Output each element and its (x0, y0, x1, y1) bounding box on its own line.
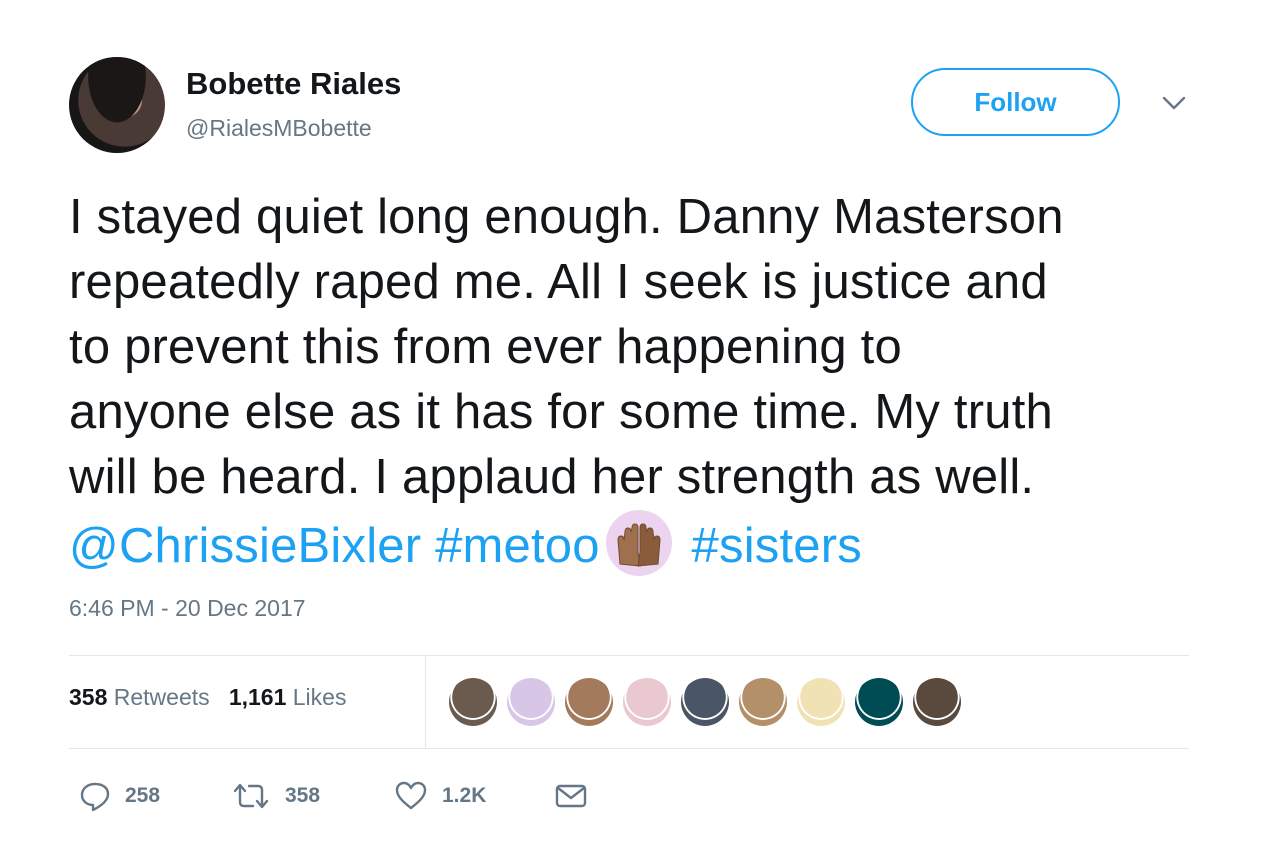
direct-message-button[interactable] (554, 776, 588, 816)
reply-icon (80, 782, 110, 812)
hashtag-link[interactable]: #sisters (692, 519, 862, 573)
avatar-woman-glasses-icon[interactable] (565, 678, 613, 726)
likes-label: Likes (292, 684, 347, 710)
avatar-man-beard-icon[interactable] (449, 678, 497, 726)
tweet-text: I stayed quiet long enough. Danny Master… (69, 185, 1219, 579)
avatar-dark-photo-icon[interactable] (681, 678, 729, 726)
divider (69, 748, 1189, 749)
chevron-down-icon[interactable] (1160, 92, 1188, 114)
reply-button[interactable]: 258 (79, 776, 160, 816)
avatar[interactable] (69, 57, 165, 153)
heart-icon (395, 781, 427, 810)
display-name[interactable]: Bobette Riales (186, 66, 401, 102)
divider (69, 655, 1189, 656)
tweet-line: will be heard. I applaud her strength as… (69, 450, 1035, 504)
reply-count: 258 (125, 784, 161, 807)
retweet-count: 358 (285, 784, 321, 807)
retweet-icon (233, 783, 269, 809)
tweet-line: to prevent this from ever happening to (69, 320, 902, 374)
engagement-stats: 358 Retweets 1,161 Likes (69, 684, 346, 711)
hashtag-link[interactable]: #metoo (435, 519, 600, 573)
avatar-group-photo-icon[interactable] (913, 678, 961, 726)
tweet-card: Bobette Riales @RialesMBobette Follow I … (0, 0, 1262, 842)
avatar-eagles-logo-icon[interactable] (855, 678, 903, 726)
tweet-line: anyone else as it has for some time. My … (69, 385, 1053, 439)
avatar-womens-place-sign-icon[interactable] (623, 678, 671, 726)
envelope-icon (555, 784, 587, 808)
follow-button[interactable]: Follow (911, 68, 1120, 136)
retweet-button[interactable]: 358 (231, 776, 320, 816)
avatar-light-blonde-icon[interactable] (797, 678, 845, 726)
stats-divider (425, 656, 426, 748)
retweets-stat[interactable]: 358 Retweets (69, 684, 210, 710)
avatar-blonde-woman-icon[interactable] (739, 678, 787, 726)
raised-hands-emoji-icon (605, 510, 672, 576)
user-handle[interactable]: @RialesMBobette (186, 115, 372, 142)
like-count: 1.2K (442, 784, 487, 807)
likes-count: 1,161 (228, 684, 287, 710)
retweets-label: Retweets (113, 684, 210, 710)
like-button[interactable]: 1.2K (394, 776, 486, 816)
retweets-count: 358 (69, 684, 108, 710)
tweet-line-tags: @ChrissieBixler #metoo #sisters (69, 510, 1219, 579)
likes-stat[interactable]: 1,161 Likes (229, 684, 347, 710)
tweet-line: repeatedly raped me. All I seek is justi… (69, 255, 1048, 309)
tweet-line: I stayed quiet long enough. Danny Master… (69, 190, 1064, 244)
mention-link[interactable]: @ChrissieBixler (69, 519, 421, 573)
timestamp[interactable]: 6:46 PM - 20 Dec 2017 (69, 595, 306, 622)
avatar-cartoon-purple-hair-icon[interactable] (507, 678, 555, 726)
